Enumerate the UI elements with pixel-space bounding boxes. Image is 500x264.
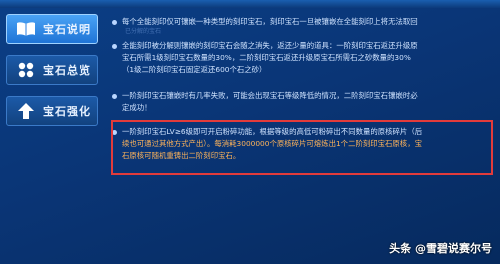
sidebar-item-label: 宝石总览 (43, 64, 91, 77)
rule-text: （1级二阶刻印宝石固定返还600个石之砂） (122, 65, 267, 74)
rule-text: 全能刻印被分解则镶嵌的刻印宝石会随之消失，返还少量的道具：一阶刻印宝石返还升级原 (122, 41, 418, 50)
sidebar-item-gem-guide[interactable]: 宝石说明 (6, 14, 98, 44)
rule-text: 一阶刻印宝石镶嵌时有几率失败，可能会出现宝石等级降低的情况，二阶刻印宝石镶嵌时必 (122, 91, 418, 100)
sidebar-item-gem-overview[interactable]: 宝石总览 (6, 55, 98, 85)
sidebar-item-label: 宝石强化 (43, 105, 91, 118)
watermark: 头条 @雪碧说赛尔号 (389, 242, 492, 255)
arrow-up-icon (13, 98, 39, 124)
rule-text: 每个全能刻印仅可镶嵌一种类型的刻印宝石，刻印宝石一旦被镶嵌在全能刻印上将无法取回 (122, 17, 418, 26)
sidebar-item-gem-upgrade[interactable]: 宝石强化 (6, 96, 98, 126)
sidebar-item-label: 宝石说明 (43, 23, 91, 36)
rule-text: 宝石所需1级刻印宝石数量的30%，二阶刻印宝石返还升级原宝石所需石之砂数量的30… (122, 53, 411, 62)
rule-text: 定成功！ (122, 103, 152, 112)
sidebar: 宝石说明 宝石总览 宝石强化 (6, 14, 98, 137)
top-bar (0, 0, 500, 8)
grid-icon (13, 57, 39, 83)
bullet-icon (112, 20, 117, 25)
book-icon (13, 16, 39, 42)
bullet-icon (112, 44, 117, 49)
red-highlight-box (111, 120, 493, 175)
bullet-icon (112, 94, 117, 99)
